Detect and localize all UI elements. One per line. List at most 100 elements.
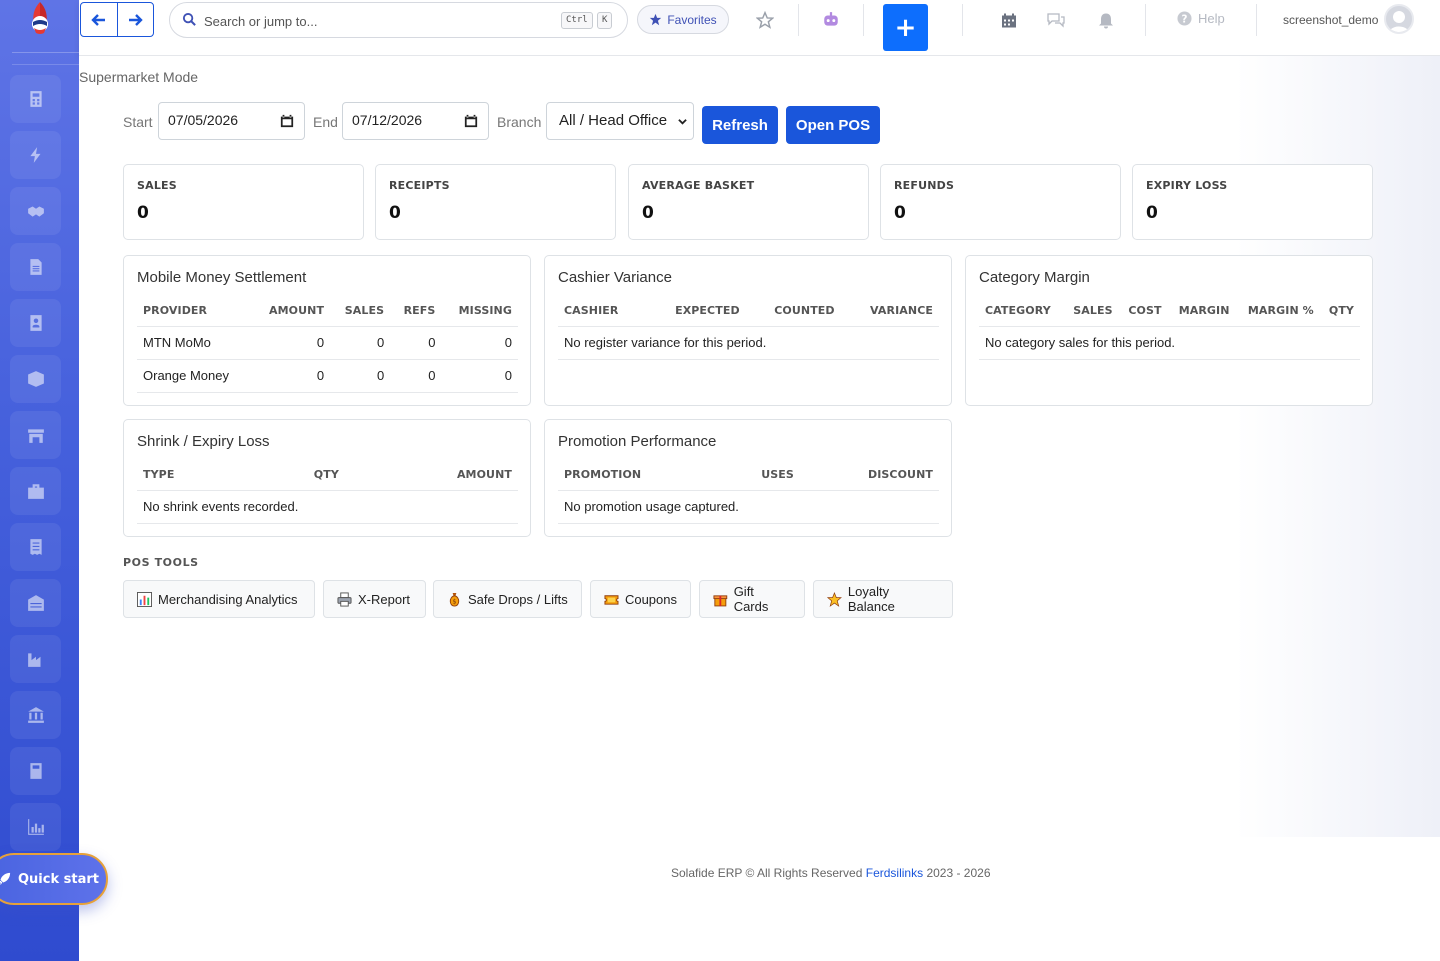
stat-label: RECEIPTS [389, 179, 450, 192]
tool-loyalty-balance-button[interactable]: Loyalty Balance [813, 580, 953, 618]
tool-label: Loyalty Balance [847, 584, 895, 614]
start-date-value: 07/05/2026 [168, 112, 239, 128]
refresh-button[interactable]: Refresh [702, 106, 778, 144]
card-title: Promotion Performance [558, 433, 717, 450]
table-cell: 0 [441, 359, 518, 393]
factory-icon [27, 653, 40, 667]
sidebar-item-contacts[interactable] [10, 299, 61, 347]
sidebar-item-store[interactable] [10, 411, 61, 459]
sidebar-divider [12, 52, 79, 53]
column-header: VARIANCE [840, 296, 939, 327]
branch-select[interactable]: All / Head Office [546, 102, 694, 140]
sidebar-item-hr[interactable] [10, 467, 61, 515]
bookmark-star-button[interactable] [755, 10, 775, 30]
stat-value: 0 [1146, 203, 1158, 223]
chat-icon [1047, 13, 1065, 28]
calendar-button[interactable] [999, 10, 1019, 30]
sidebar-item-warehouse[interactable] [10, 579, 61, 627]
table-cell: 0 [330, 326, 391, 360]
search-input[interactable]: Search or jump to... Ctrl K [169, 2, 628, 38]
kbd-k: K [597, 12, 613, 29]
column-header: SALES [1063, 296, 1119, 327]
toolbar-divider [962, 4, 963, 36]
open-pos-button[interactable]: Open POS [786, 106, 880, 144]
empty-row: No register variance for this period. [558, 326, 939, 360]
sidebar-item-ledger[interactable] [10, 747, 61, 795]
column-header: COST [1118, 296, 1168, 327]
footer-text: Solafide ERP © All Rights Reserved Ferds… [671, 866, 991, 880]
ticket-icon [604, 594, 619, 605]
quick-start-label: Quick start [18, 871, 99, 887]
start-date-input[interactable]: 07/05/2026 [158, 102, 305, 140]
forward-button[interactable] [118, 3, 154, 36]
contact-icon [29, 315, 42, 331]
card-title: Shrink / Expiry Loss [137, 433, 270, 450]
branch-label: Branch [497, 114, 542, 130]
create-new-button[interactable]: + [883, 4, 928, 51]
company-link[interactable]: Ferdsilinks [866, 866, 923, 880]
toolbar-divider [1145, 4, 1146, 36]
help-link[interactable]: ? Help [1177, 11, 1225, 26]
avatar[interactable] [1384, 4, 1414, 34]
book-icon [29, 763, 42, 779]
sidebar-item-documents[interactable] [10, 243, 61, 291]
column-header: CASHIER [558, 296, 646, 327]
sidebar-item-accounting[interactable] [10, 75, 61, 123]
end-date-value: 07/12/2026 [352, 112, 423, 128]
tool-merchandising-analytics-button[interactable]: Merchandising Analytics [123, 580, 315, 618]
calculator-icon [29, 91, 42, 107]
robot-icon [824, 12, 838, 26]
money-bag-icon: $ [449, 592, 460, 607]
end-date-input[interactable]: 07/12/2026 [342, 102, 489, 140]
favorites-button[interactable]: Favorites [637, 5, 729, 34]
sidebar-item-banking[interactable] [10, 691, 61, 739]
calendar-icon[interactable] [280, 114, 294, 128]
table-row: Orange Money 0 0 0 0 [137, 359, 518, 393]
mobile-money-card: Mobile Money Settlement PROVIDER AMOUNT … [123, 255, 531, 406]
toolbar-divider [1256, 4, 1257, 36]
notifications-button[interactable] [1096, 10, 1116, 30]
assistant-button[interactable] [821, 10, 841, 30]
messages-button[interactable] [1046, 10, 1066, 30]
sidebar-item-crm[interactable] [10, 187, 61, 235]
sidebar-divider [12, 64, 79, 65]
empty-row: No shrink events recorded. [137, 490, 518, 524]
tool-label: Safe Drops / Lifts [468, 591, 568, 607]
stat-label: SALES [137, 179, 177, 192]
table-header: TYPE QTY AMOUNT [137, 460, 518, 491]
back-button[interactable] [81, 3, 118, 36]
tool-gift-cards-button[interactable]: Gift Cards [699, 580, 805, 618]
user-icon [1388, 11, 1410, 32]
sidebar-item-reports[interactable] [10, 803, 61, 851]
tool-coupons-button[interactable]: Coupons [590, 580, 691, 618]
table-cell: Orange Money [137, 359, 252, 393]
calendar-icon[interactable] [464, 114, 478, 128]
column-header: SALES [330, 296, 391, 327]
gift-icon [713, 594, 728, 606]
column-header: QTY [249, 460, 345, 491]
stat-value: 0 [642, 203, 654, 223]
sidebar-item-quick[interactable] [10, 131, 61, 179]
stat-value: 0 [137, 203, 149, 223]
sidebar-item-manufacturing[interactable] [10, 635, 61, 683]
app-logo[interactable] [24, 0, 56, 38]
shrink-expiry-card: Shrink / Expiry Loss TYPE QTY AMOUNT No … [123, 419, 531, 537]
bolt-icon [29, 147, 40, 163]
stat-label: EXPIRY LOSS [1146, 179, 1228, 192]
receipt-icon [29, 539, 42, 555]
favorites-label: Favorites [667, 12, 717, 27]
tool-label: Merchandising Analytics [158, 591, 298, 607]
table-cell: 0 [390, 326, 442, 360]
sidebar-item-billing[interactable] [10, 523, 61, 571]
toolbar-divider [863, 4, 864, 36]
sidebar-item-inventory[interactable] [10, 355, 61, 403]
bank-icon [27, 707, 44, 723]
tool-x-report-button[interactable]: X-Report [323, 580, 426, 618]
stat-card-refunds: REFUNDS 0 [880, 164, 1121, 240]
tool-safe-drops-button[interactable]: $ Safe Drops / Lifts [433, 580, 582, 618]
quick-start-button[interactable]: Quick start [0, 853, 108, 905]
help-label: Help [1198, 11, 1225, 26]
stat-label: REFUNDS [894, 179, 955, 192]
empty-row: No category sales for this period. [979, 326, 1360, 360]
username[interactable]: screenshot_demo [1283, 13, 1378, 27]
